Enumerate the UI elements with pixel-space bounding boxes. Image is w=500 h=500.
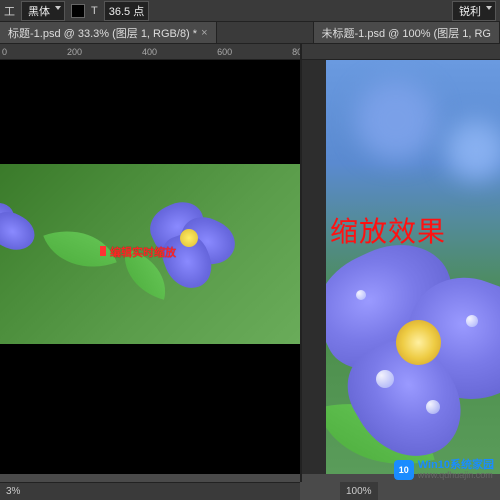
flower-shape — [326, 220, 500, 470]
annotation-text-small[interactable]: 编辑实时缩放 — [110, 244, 176, 260]
workspace: 0 200 400 600 800 编辑实时缩放 — [0, 44, 500, 474]
document-tab-right[interactable]: 未标题-1.psd @ 100% (图层 1, RG — [313, 22, 500, 43]
canvas-image-right[interactable] — [326, 60, 500, 474]
font-icon-label: 工 — [4, 3, 15, 19]
status-bar-right: 100% — [340, 482, 378, 500]
font-size-value: 36.5 点 — [109, 6, 144, 18]
size-icon-label: T — [91, 5, 98, 17]
flower-shape — [0, 204, 50, 274]
ruler-tick: 400 — [142, 47, 157, 57]
font-size-field[interactable]: 36.5 点 — [104, 1, 149, 21]
flower-shape — [150, 204, 230, 274]
document-tabs: 标题-1.psd @ 33.3% (图层 1, RGB/8) * × 未标题-1… — [0, 22, 500, 44]
options-toolbar: 工 黑体 T 36.5 点 锐利 — [0, 0, 500, 22]
ruler-tick: 800 — [292, 47, 300, 57]
document-pane-left[interactable]: 0 200 400 600 800 编辑实时缩放 — [0, 44, 300, 474]
ruler-tick: 200 — [67, 47, 82, 57]
close-icon[interactable]: × — [201, 27, 207, 39]
chevron-down-icon — [55, 6, 61, 10]
tab-title: 未标题-1.psd @ 100% (图层 1, RG — [322, 25, 492, 41]
ruler-tick: 600 — [217, 47, 232, 57]
zoom-level[interactable]: 100% — [346, 486, 372, 497]
watermark-url: www.qdhuajin.com — [418, 471, 494, 480]
antialias-value: 锐利 — [459, 6, 481, 18]
annotation-text-big[interactable]: 缩放效果 — [330, 210, 446, 250]
watermark-badge-icon: 10 — [394, 460, 414, 480]
text-cursor-icon — [100, 246, 106, 256]
chevron-down-icon — [486, 6, 492, 10]
antialias-dropdown[interactable]: 锐利 — [452, 1, 496, 21]
watermark-text: Win10系统家园 www.qdhuajin.com — [418, 460, 494, 480]
canvas-image-left[interactable]: 编辑实时缩放 — [0, 164, 300, 344]
pane-divider[interactable] — [300, 44, 302, 482]
document-pane-right[interactable] — [300, 44, 500, 474]
tab-title: 标题-1.psd @ 33.3% (图层 1, RGB/8) * — [8, 25, 197, 41]
ruler-tick: 0 — [2, 47, 7, 57]
status-bar-left: 3% — [0, 482, 300, 500]
font-family-dropdown[interactable]: 黑体 — [21, 1, 65, 21]
color-swatch[interactable] — [71, 4, 85, 18]
horizontal-ruler: 0 200 400 600 800 — [0, 44, 300, 60]
font-family-value: 黑体 — [28, 6, 50, 18]
document-tab-left[interactable]: 标题-1.psd @ 33.3% (图层 1, RGB/8) * × — [0, 22, 217, 43]
horizontal-ruler — [301, 44, 500, 60]
zoom-level[interactable]: 3% — [6, 486, 20, 497]
watermark: 10 Win10系统家园 www.qdhuajin.com — [392, 458, 496, 482]
